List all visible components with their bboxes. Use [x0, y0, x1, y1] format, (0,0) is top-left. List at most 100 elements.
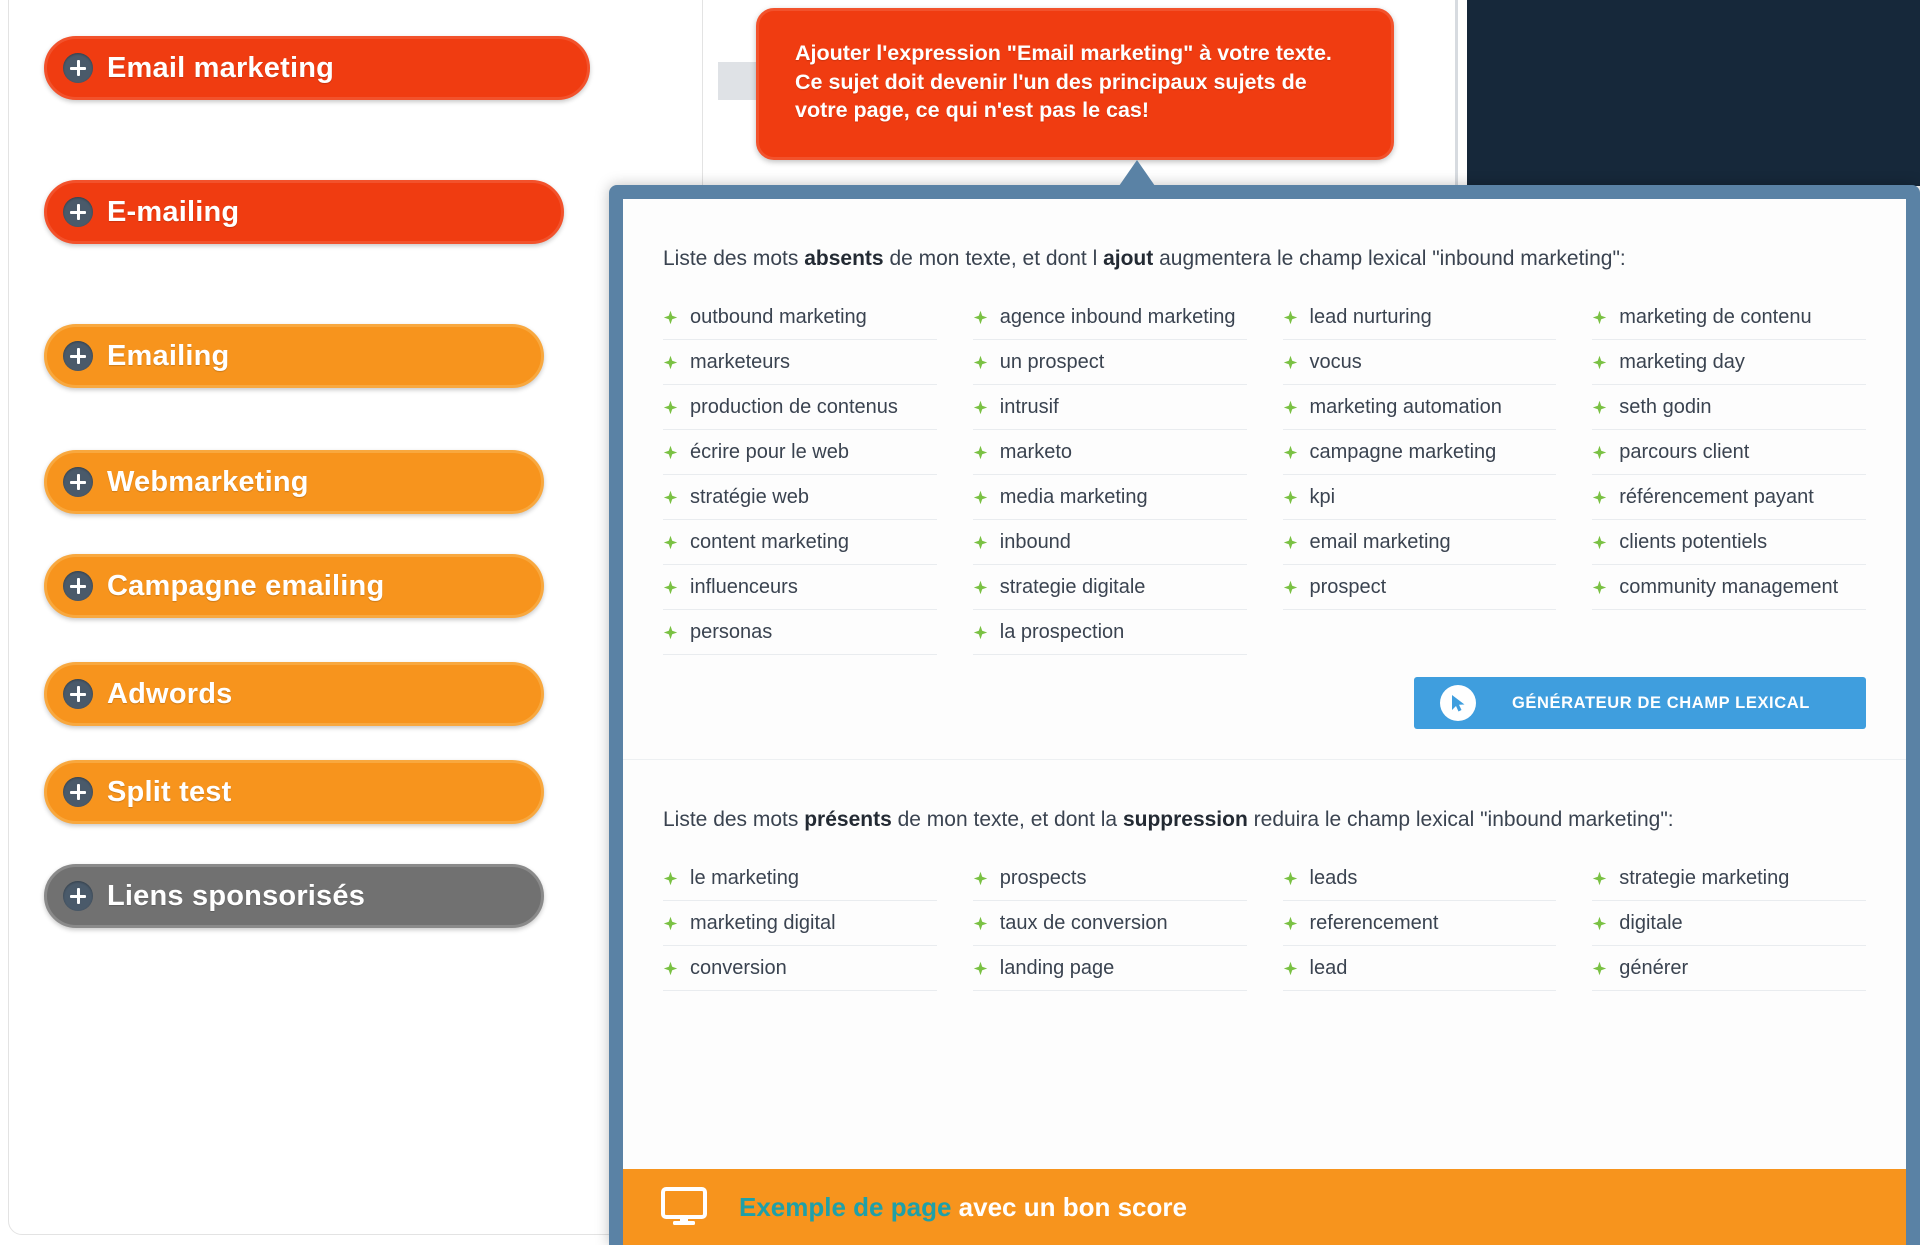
keyword-pill-email-marketing[interactable]: Email marketing — [44, 36, 590, 100]
absent-word-item[interactable]: inbound — [972, 520, 1247, 565]
absent-word-item[interactable]: marketing day — [1592, 340, 1866, 385]
example-page-footer[interactable]: Exemple de page avec un bon score — [623, 1169, 1906, 1245]
present-word-item[interactable]: conversion — [663, 946, 937, 991]
keyword-pill-adwords[interactable]: Adwords — [44, 662, 544, 726]
bullet-star-icon — [973, 961, 988, 976]
present-word-item[interactable]: lead — [1282, 946, 1557, 991]
absent-word-item[interactable]: marketing de contenu — [1592, 295, 1866, 340]
cursor-arrow-icon — [1440, 685, 1476, 721]
absent-word-item[interactable]: production de contenus — [663, 385, 937, 430]
present-word-item[interactable]: taux de conversion — [972, 901, 1247, 946]
bullet-star-icon — [1283, 580, 1298, 595]
panel-arrow — [1119, 160, 1155, 186]
bullet-star-icon — [1592, 490, 1607, 505]
present-word-item[interactable]: générer — [1592, 946, 1866, 991]
present-word-item[interactable]: marketing digital — [663, 901, 937, 946]
absent-word-item[interactable]: agence inbound marketing — [972, 295, 1247, 340]
absent-word-item[interactable]: content marketing — [663, 520, 937, 565]
present-word-item[interactable]: prospects — [972, 856, 1247, 901]
bullet-star-icon — [1283, 490, 1298, 505]
bullet-star-icon — [1592, 535, 1607, 550]
keyword-pill-split-test[interactable]: Split test — [44, 760, 544, 824]
absent-word-item[interactable]: parcours client — [1592, 430, 1866, 475]
bullet-star-icon — [1592, 871, 1607, 886]
absent-word-item[interactable]: écrire pour le web — [663, 430, 937, 475]
absent-word-label: kpi — [1309, 485, 1336, 508]
bullet-star-icon — [1283, 445, 1298, 460]
absent-word-item[interactable]: intrusif — [972, 385, 1247, 430]
present-word-item[interactable]: strategie marketing — [1592, 856, 1866, 901]
present-word-item[interactable]: landing page — [972, 946, 1247, 991]
bullet-star-icon — [663, 916, 678, 931]
present-word-item[interactable]: referencement — [1282, 901, 1557, 946]
absent-word-item[interactable]: campagne marketing — [1282, 430, 1557, 475]
absent-word-item[interactable]: vocus — [1282, 340, 1557, 385]
bullet-star-icon — [973, 871, 988, 886]
bullet-star-icon — [1592, 355, 1607, 370]
absent-word-item[interactable]: marketing automation — [1282, 385, 1557, 430]
absent-word-label: campagne marketing — [1309, 440, 1497, 463]
absent-word-item[interactable]: marketo — [972, 430, 1247, 475]
present-word-item[interactable]: digitale — [1592, 901, 1866, 946]
present-head-middle: de mon texte, et dont la — [891, 808, 1123, 831]
absent-word-item[interactable]: prospect — [1282, 565, 1557, 610]
absent-word-label: prospect — [1309, 575, 1387, 598]
absent-word-label: intrusif — [999, 395, 1059, 418]
absent-word-label: influenceurs — [690, 575, 798, 598]
absent-word-item[interactable]: kpi — [1282, 475, 1557, 520]
keyword-pill-campagne-emailing[interactable]: Campagne emailing — [44, 554, 544, 618]
plus-icon[interactable] — [63, 571, 93, 601]
present-word-item[interactable]: leads — [1282, 856, 1557, 901]
absent-word-item[interactable]: lead nurturing — [1282, 295, 1557, 340]
present-word-label: taux de conversion — [999, 911, 1168, 934]
footer-link-text[interactable]: Exemple de page — [739, 1192, 951, 1222]
absent-word-item[interactable]: media marketing — [972, 475, 1247, 520]
plus-icon[interactable] — [63, 679, 93, 709]
absent-word-item[interactable]: clients potentiels — [1592, 520, 1866, 565]
absent-word-label: strategie digitale — [999, 575, 1146, 598]
present-section-heading: Liste des mots présents de mon texte, et… — [663, 760, 1866, 838]
absent-word-item[interactable]: community management — [1592, 565, 1866, 610]
keyword-pill-label: E-mailing — [107, 195, 240, 228]
absent-word-item[interactable]: seth godin — [1592, 385, 1866, 430]
absent-word-label: marketo — [999, 440, 1072, 463]
present-word-column: leads referencement lead — [1282, 856, 1557, 991]
absent-word-label: stratégie web — [690, 485, 809, 508]
absent-word-item[interactable]: personas — [663, 610, 937, 655]
plus-icon[interactable] — [63, 467, 93, 497]
plus-icon[interactable] — [63, 881, 93, 911]
keyword-pill-list: Email marketing E-mailing Emailing Webmarke… — [0, 0, 700, 1245]
absent-word-label: content marketing — [690, 530, 849, 553]
present-words-section: Liste des mots présents de mon texte, et… — [623, 760, 1906, 991]
bullet-star-icon — [1592, 916, 1607, 931]
absent-word-item[interactable]: un prospect — [972, 340, 1247, 385]
lexical-field-generator-button[interactable]: GÉNÉRATEUR DE CHAMP LEXICAL — [1414, 677, 1866, 729]
plus-icon[interactable] — [63, 777, 93, 807]
plus-icon[interactable] — [63, 197, 93, 227]
absent-word-item[interactable]: influenceurs — [663, 565, 937, 610]
absent-word-column: marketing de contenu marketing day seth go… — [1592, 295, 1866, 655]
bullet-star-icon — [663, 310, 678, 325]
cta-row: GÉNÉRATEUR DE CHAMP LEXICAL — [663, 655, 1866, 729]
absent-word-label: référencement payant — [1619, 485, 1814, 508]
absent-word-item[interactable]: outbound marketing — [663, 295, 937, 340]
bullet-star-icon — [973, 400, 988, 415]
keyword-pill-e-mailing[interactable]: E-mailing — [44, 180, 564, 244]
present-word-item[interactable]: le marketing — [663, 856, 937, 901]
absent-word-column: agence inbound marketing un prospect intru… — [972, 295, 1247, 655]
panel-spacer — [623, 991, 1906, 1169]
bullet-star-icon — [973, 310, 988, 325]
keyword-pill-webmarketing[interactable]: Webmarketing — [44, 450, 544, 514]
absent-word-item[interactable]: marketeurs — [663, 340, 937, 385]
plus-icon[interactable] — [63, 341, 93, 371]
absent-word-item[interactable]: email marketing — [1282, 520, 1557, 565]
absent-word-item[interactable]: strategie digitale — [972, 565, 1247, 610]
plus-icon[interactable] — [63, 53, 93, 83]
keyword-pill-emailing[interactable]: Emailing — [44, 324, 544, 388]
absent-word-item[interactable]: la prospection — [972, 610, 1247, 655]
bullet-star-icon — [973, 355, 988, 370]
absent-word-item[interactable]: stratégie web — [663, 475, 937, 520]
keyword-pill-liens-sponsoris-s[interactable]: Liens sponsorisés — [44, 864, 544, 928]
absent-word-item[interactable]: référencement payant — [1592, 475, 1866, 520]
absent-word-label: production de contenus — [690, 395, 898, 418]
